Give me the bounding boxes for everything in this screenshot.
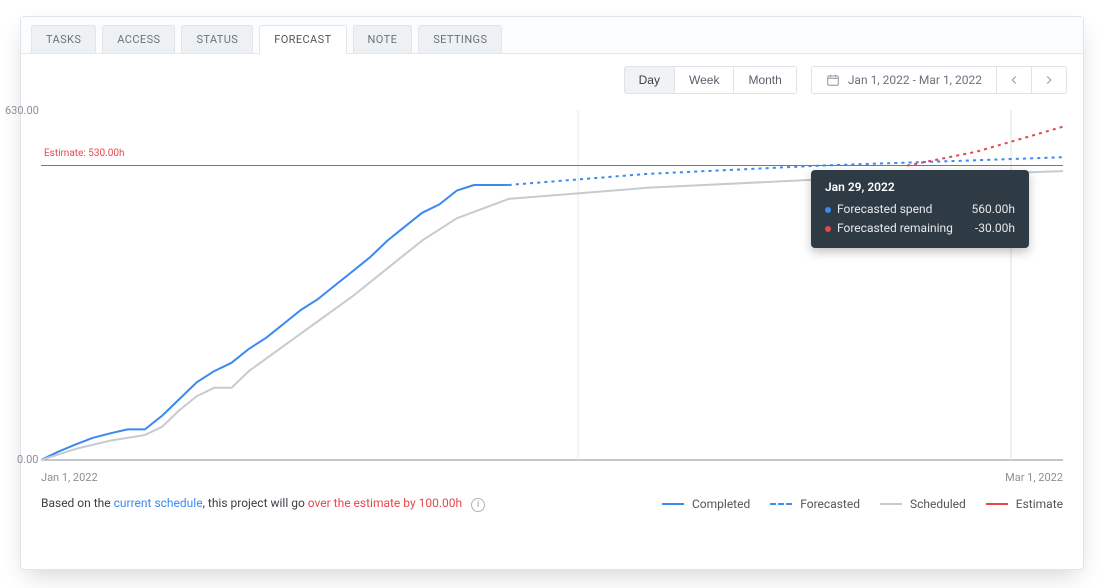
legend-estimate: Estimate: [986, 497, 1063, 511]
chart-footer: Based on the current schedule, this proj…: [21, 484, 1083, 512]
x-axis-start: Jan 1, 2022: [41, 471, 98, 484]
date-range-picker[interactable]: Jan 1, 2022 - Mar 1, 2022: [811, 66, 1067, 94]
tooltip-title: Jan 29, 2022: [825, 180, 1015, 194]
tab-access[interactable]: ACCESS: [102, 25, 175, 53]
legend-completed: Completed: [662, 497, 750, 511]
granularity-month[interactable]: Month: [733, 67, 795, 93]
chart-legend: Completed Forecasted Scheduled Estimate: [662, 497, 1063, 511]
info-icon[interactable]: i: [471, 498, 485, 512]
calendar-icon: [826, 73, 840, 87]
tab-bar: TASKSACCESSSTATUSFORECASTNOTESETTINGS: [21, 17, 1083, 54]
chart-tooltip: Jan 29, 2022 Forecasted spend560.00hFore…: [811, 170, 1029, 248]
tab-note[interactable]: NOTE: [353, 25, 413, 53]
chart-canvas: [41, 110, 1063, 480]
y-axis-max: 630.00: [5, 104, 39, 117]
y-axis-min: 0.00: [17, 453, 38, 466]
forecast-summary: Based on the current schedule, this proj…: [41, 496, 485, 512]
over-estimate-text: over the estimate by 100.00h: [308, 496, 462, 510]
estimate-threshold-label: Estimate: 530.00h: [41, 148, 124, 159]
tooltip-row: Forecasted remaining-30.00h: [825, 219, 1015, 238]
tooltip-row: Forecasted spend560.00h: [825, 200, 1015, 219]
tab-tasks[interactable]: TASKS: [31, 25, 96, 53]
granularity-week[interactable]: Week: [674, 67, 733, 93]
x-axis-end: Mar 1, 2022: [1005, 471, 1063, 484]
date-prev-button[interactable]: [996, 67, 1031, 93]
legend-forecasted: Forecasted: [770, 497, 860, 511]
date-range-label: Jan 1, 2022 - Mar 1, 2022: [812, 67, 996, 93]
forecast-chart[interactable]: 630.00 0.00 Jan 1, 2022 Mar 1, 2022 Esti…: [41, 110, 1063, 480]
current-schedule-link[interactable]: current schedule: [114, 496, 203, 510]
date-range-text: Jan 1, 2022 - Mar 1, 2022: [848, 73, 982, 87]
chevron-right-icon: [1042, 73, 1056, 87]
tab-forecast[interactable]: FORECAST: [259, 25, 346, 53]
forecast-card: TASKSACCESSSTATUSFORECASTNOTESETTINGS Da…: [20, 16, 1084, 570]
granularity-day[interactable]: Day: [625, 67, 674, 93]
legend-scheduled: Scheduled: [880, 497, 966, 511]
date-next-button[interactable]: [1031, 67, 1066, 93]
granularity-segment: DayWeekMonth: [624, 66, 797, 94]
tab-settings[interactable]: SETTINGS: [418, 25, 502, 53]
tab-status[interactable]: STATUS: [181, 25, 253, 53]
chart-toolbar: DayWeekMonth Jan 1, 2022 - Mar 1, 2022: [21, 54, 1083, 100]
chevron-left-icon: [1007, 73, 1021, 87]
